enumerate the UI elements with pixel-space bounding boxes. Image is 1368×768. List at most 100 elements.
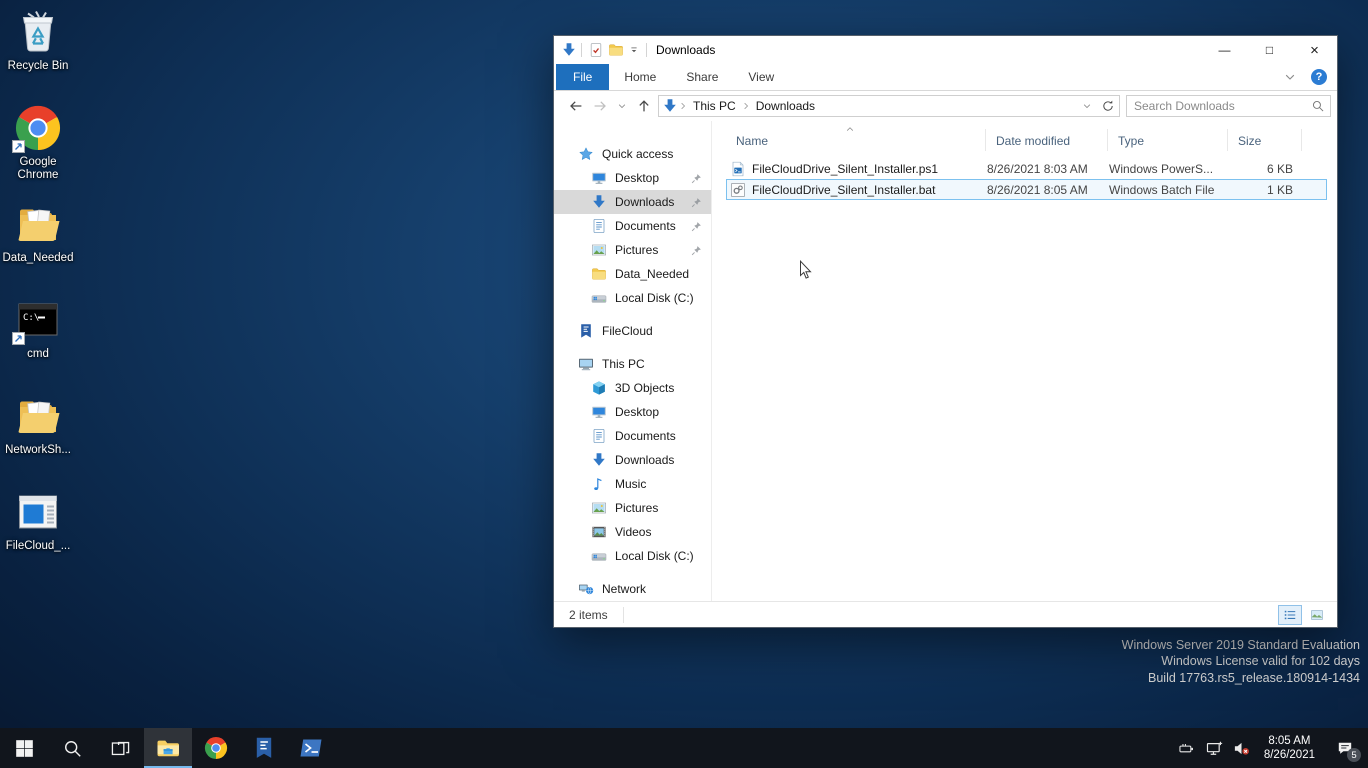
refresh-button[interactable]	[1097, 95, 1120, 117]
thispc-icon	[578, 356, 594, 372]
desktop-icon-google-chrome[interactable]: Google Chrome	[0, 104, 76, 190]
nav-item-local-disk-c[interactable]: Local Disk (C:)	[554, 286, 711, 310]
maximize-button[interactable]: □	[1247, 36, 1292, 64]
desktop-icon-recycle-bin[interactable]: Recycle Bin	[0, 8, 76, 94]
file-rows: FileCloudDrive_Silent_Installer.ps18/26/…	[726, 158, 1327, 200]
taskbar-clock[interactable]: 8:05 AM 8/26/2021	[1255, 734, 1324, 762]
recent-locations-button[interactable]	[616, 100, 628, 112]
network-button[interactable]	[1201, 728, 1228, 768]
file-row[interactable]: FileCloudDrive_Silent_Installer.ps18/26/…	[726, 158, 1327, 179]
nav-item-desktop[interactable]: Desktop	[554, 400, 711, 424]
tab-file[interactable]: File	[556, 64, 609, 90]
nav-item-3d-objects[interactable]: 3D Objects	[554, 376, 711, 400]
nav-item-label: Downloads	[615, 453, 674, 467]
search-icon	[1311, 99, 1325, 113]
clock-time: 8:05 AM	[1268, 734, 1310, 748]
details-view-button[interactable]	[1278, 605, 1302, 625]
nav-gap	[554, 310, 711, 319]
tab-share[interactable]: Share	[671, 64, 733, 90]
nav-item-label: Downloads	[615, 195, 674, 209]
nav-item-quick-access[interactable]: Quick access	[554, 142, 711, 166]
nav-item-local-disk-c[interactable]: Local Disk (C:)	[554, 544, 711, 568]
expand-ribbon-icon[interactable]	[1282, 69, 1298, 85]
network-icon	[1206, 740, 1223, 757]
separator	[646, 43, 647, 57]
star-icon	[578, 146, 594, 162]
volume-muted-button[interactable]	[1228, 728, 1255, 768]
desktop-icon-networksh[interactable]: NetworkSh...	[0, 392, 76, 478]
file-list-area[interactable]: Name Date modifiedTypeSize FileCloudDrive…	[712, 121, 1337, 601]
system-watermark: Windows Server 2019 Standard Evaluation …	[1122, 637, 1360, 687]
nav-item-desktop[interactable]: Desktop	[554, 166, 711, 190]
address-bar[interactable]: This PC Downloads	[658, 95, 1098, 117]
nav-item-data-needed[interactable]: Data_Needed	[554, 262, 711, 286]
nav-item-downloads[interactable]: Downloads	[554, 190, 711, 214]
shortcut-arrow-icon	[12, 140, 25, 153]
address-dropdown-icon[interactable]	[1081, 100, 1093, 112]
tb-search-icon	[63, 739, 82, 758]
music-icon	[591, 476, 607, 492]
breadcrumb-this-pc[interactable]: This PC	[688, 99, 741, 113]
nav-item-label: Pictures	[615, 243, 658, 257]
power-button[interactable]	[1174, 728, 1201, 768]
nav-item-label: Desktop	[615, 405, 659, 419]
pictures-icon	[591, 242, 607, 258]
search-button[interactable]	[48, 728, 96, 768]
watermark-line-3: Build 17763.rs5_release.180914-1434	[1122, 670, 1360, 687]
help-button[interactable]: ?	[1311, 69, 1327, 85]
close-button[interactable]: ×	[1292, 36, 1337, 64]
filecloud-button[interactable]	[240, 728, 288, 768]
up-button[interactable]	[636, 98, 652, 114]
nav-item-documents[interactable]: Documents	[554, 424, 711, 448]
properties-button[interactable]	[588, 42, 604, 58]
nav-item-label: Documents	[615, 219, 676, 233]
column-header-label: Name	[736, 134, 768, 148]
search-box[interactable]	[1126, 95, 1331, 117]
nav-item-pictures[interactable]: Pictures	[554, 238, 711, 262]
column-header-type[interactable]: Type	[1108, 129, 1228, 151]
nav-item-filecloud[interactable]: FileCloud	[554, 319, 711, 343]
nav-item-label: Local Disk (C:)	[615, 549, 694, 563]
desktop-icon-label: FileCloud_...	[6, 540, 71, 553]
task-view-button[interactable]	[96, 728, 144, 768]
file-explorer-button[interactable]	[144, 728, 192, 768]
minimize-button[interactable]: —	[1202, 36, 1247, 64]
forward-button[interactable]	[592, 98, 608, 114]
nav-item-music[interactable]: Music	[554, 472, 711, 496]
desktop[interactable]: Recycle Bin Google Chrome Data_Needed C:\cm…	[0, 0, 1368, 728]
separator	[581, 43, 582, 57]
status-bar: 2 items	[554, 601, 1337, 627]
desktop-icon-data-needed[interactable]: Data_Needed	[0, 200, 76, 286]
file-row[interactable]: FileCloudDrive_Silent_Installer.bat8/26/…	[726, 179, 1327, 200]
start-button[interactable]	[0, 728, 48, 768]
tab-home[interactable]: Home	[609, 64, 671, 90]
column-header-size[interactable]: Size	[1228, 129, 1302, 151]
nav-item-this-pc[interactable]: This PC	[554, 352, 711, 376]
nav-item-pictures[interactable]: Pictures	[554, 496, 711, 520]
column-header-name[interactable]: Name	[726, 129, 986, 151]
breadcrumb-downloads[interactable]: Downloads	[751, 99, 820, 113]
file-name: FileCloudDrive_Silent_Installer.ps1	[752, 162, 938, 176]
tab-view[interactable]: View	[733, 64, 789, 90]
nav-item-network[interactable]: Network	[554, 577, 711, 601]
column-header-date-modified[interactable]: Date modified	[986, 129, 1108, 151]
navigation-toolbar: This PC Downloads	[554, 91, 1337, 121]
desktop-icon-filecloud[interactable]: FileCloud_...	[0, 488, 76, 574]
back-button[interactable]	[568, 98, 584, 114]
nav-item-videos[interactable]: Videos	[554, 520, 711, 544]
customize-quick-access-button[interactable]	[628, 44, 640, 56]
nav-item-documents[interactable]: Documents	[554, 214, 711, 238]
search-input[interactable]	[1134, 99, 1311, 113]
navigation-pane: Quick accessDesktopDownloadsDocumentsPic…	[554, 121, 712, 601]
powershell-button[interactable]	[288, 728, 336, 768]
title-bar[interactable]: Downloads — □ ×	[554, 36, 1337, 64]
chrome-button[interactable]	[192, 728, 240, 768]
desktop-icon-cmd[interactable]: C:\cmd	[0, 296, 76, 382]
new-folder-button[interactable]	[608, 42, 624, 58]
thumbnails-view-button[interactable]	[1305, 605, 1329, 625]
chrome-icon	[14, 104, 62, 152]
filecloud-icon	[578, 323, 594, 339]
bat-file-icon	[730, 182, 746, 198]
action-center-button[interactable]: 5	[1324, 728, 1366, 768]
nav-item-downloads[interactable]: Downloads	[554, 448, 711, 472]
